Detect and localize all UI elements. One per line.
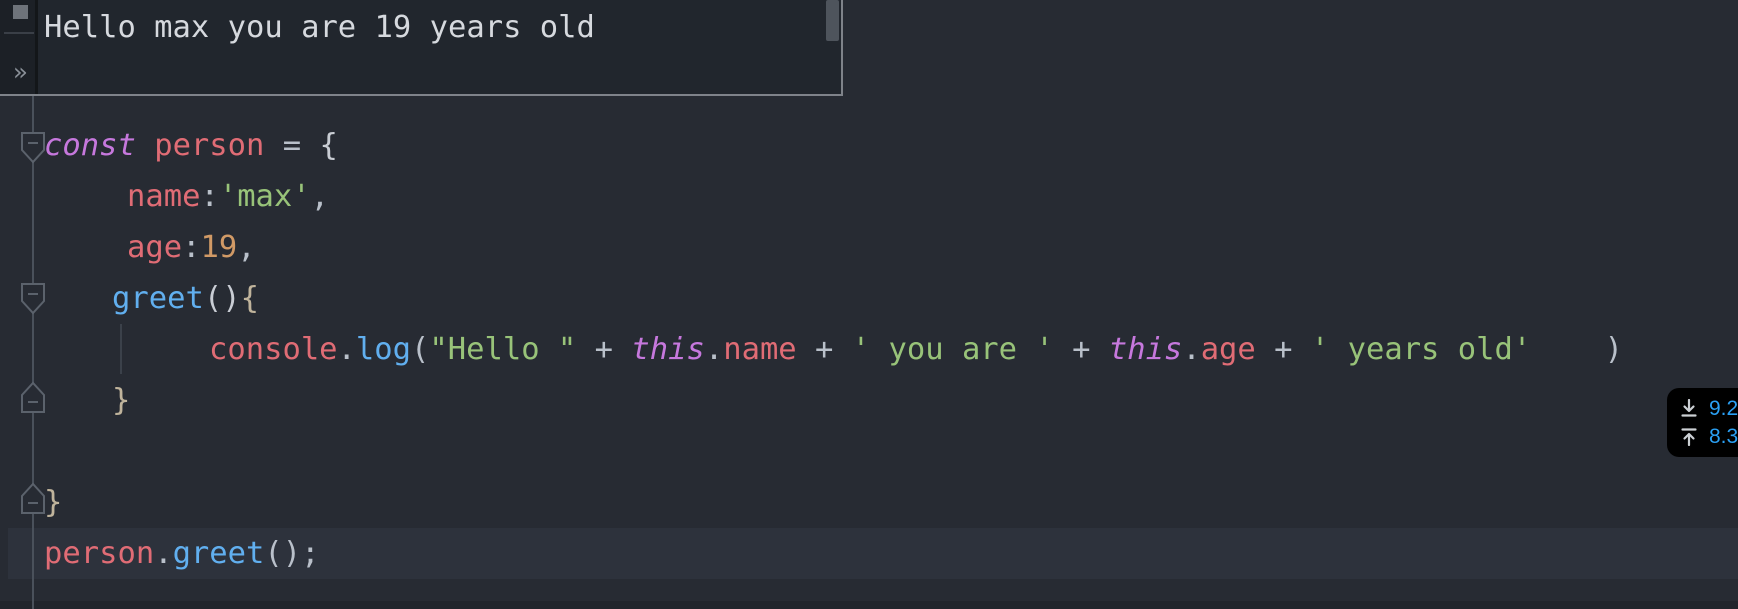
code-token: ' years old' xyxy=(1311,332,1531,367)
code-token: person xyxy=(44,536,154,571)
code-token: { xyxy=(241,281,259,316)
code-line[interactable]: console.log("Hello " + this.name + ' you… xyxy=(44,324,1738,375)
download-speed-value: 9.2 xyxy=(1709,398,1738,419)
download-arrow-icon xyxy=(1680,399,1698,418)
code-line[interactable]: } xyxy=(44,375,1738,426)
code-token: name xyxy=(127,179,200,214)
code-token: } xyxy=(44,485,62,520)
code-token: . xyxy=(154,536,172,571)
code-token: age xyxy=(1201,332,1256,367)
code-token: . xyxy=(338,332,356,367)
code-token: person xyxy=(154,128,264,163)
code-token: 19 xyxy=(200,230,237,265)
console-scrollbar-thumb[interactable] xyxy=(826,0,839,41)
upload-arrow-icon xyxy=(1680,427,1698,446)
code-area[interactable]: const person = {name:'max',age:19,greet(… xyxy=(44,96,1738,609)
code-token: + xyxy=(1256,332,1311,367)
code-token: : xyxy=(182,230,200,265)
code-line[interactable]: } xyxy=(44,477,1738,528)
code-token: { xyxy=(319,128,337,163)
fold-marker-collapse-icon[interactable] xyxy=(20,283,46,315)
code-token: () xyxy=(204,281,241,316)
code-token: , xyxy=(237,230,255,265)
code-line[interactable]: age:19, xyxy=(44,222,1738,273)
code-token: name xyxy=(723,332,796,367)
console-output-panel: » Hello max you are 19 years old xyxy=(0,0,843,96)
double-chevron-right-icon: » xyxy=(13,60,27,84)
code-token: : xyxy=(200,179,218,214)
code-token: (); xyxy=(264,536,319,571)
download-speed-row: 9.2 xyxy=(1680,398,1738,419)
code-line[interactable]: name:'max', xyxy=(44,171,1738,222)
fold-marker-collapse-up-icon[interactable] xyxy=(20,381,46,413)
upload-speed-row: 8.3 xyxy=(1680,426,1738,447)
code-token: = xyxy=(264,128,319,163)
fold-gutter-line xyxy=(32,96,34,609)
console-sidebar: » xyxy=(0,0,38,94)
code-token: greet xyxy=(112,281,204,316)
fold-marker-collapse-icon[interactable] xyxy=(20,132,46,164)
code-token: const xyxy=(44,128,136,163)
code-line[interactable]: const person = { xyxy=(44,120,1738,171)
code-line[interactable]: person.greet(); xyxy=(44,528,1738,579)
upload-speed-value: 8.3 xyxy=(1709,426,1738,447)
console-output-text: Hello max you are 19 years old xyxy=(41,0,839,94)
code-token: . xyxy=(705,332,723,367)
sidebar-divider xyxy=(4,32,34,34)
fold-marker-collapse-up-icon[interactable] xyxy=(20,482,46,514)
code-token xyxy=(136,128,154,163)
code-line[interactable] xyxy=(44,426,1738,477)
code-line[interactable]: greet(){ xyxy=(44,273,1738,324)
code-token: 'max' xyxy=(219,179,311,214)
code-token: + xyxy=(1054,332,1109,367)
code-token: age xyxy=(127,230,182,265)
code-token: "Hello " xyxy=(429,332,576,367)
code-token: this xyxy=(631,332,704,367)
code-token: ' you are ' xyxy=(852,332,1054,367)
code-token: + xyxy=(797,332,852,367)
code-token: greet xyxy=(173,536,265,571)
code-token: } xyxy=(112,383,130,418)
stop-square-icon[interactable] xyxy=(13,5,28,19)
code-editor-window: const person = {name:'max',age:19,greet(… xyxy=(0,0,1738,609)
code-token: ) xyxy=(1531,332,1623,367)
code-token: . xyxy=(1182,332,1200,367)
code-token: ( xyxy=(411,332,429,367)
code-token: console xyxy=(209,332,338,367)
code-token: , xyxy=(311,179,329,214)
network-speed-widget: 9.2 8.3 xyxy=(1667,388,1738,457)
code-token: this xyxy=(1109,332,1182,367)
code-token: + xyxy=(576,332,631,367)
code-token: log xyxy=(356,332,411,367)
